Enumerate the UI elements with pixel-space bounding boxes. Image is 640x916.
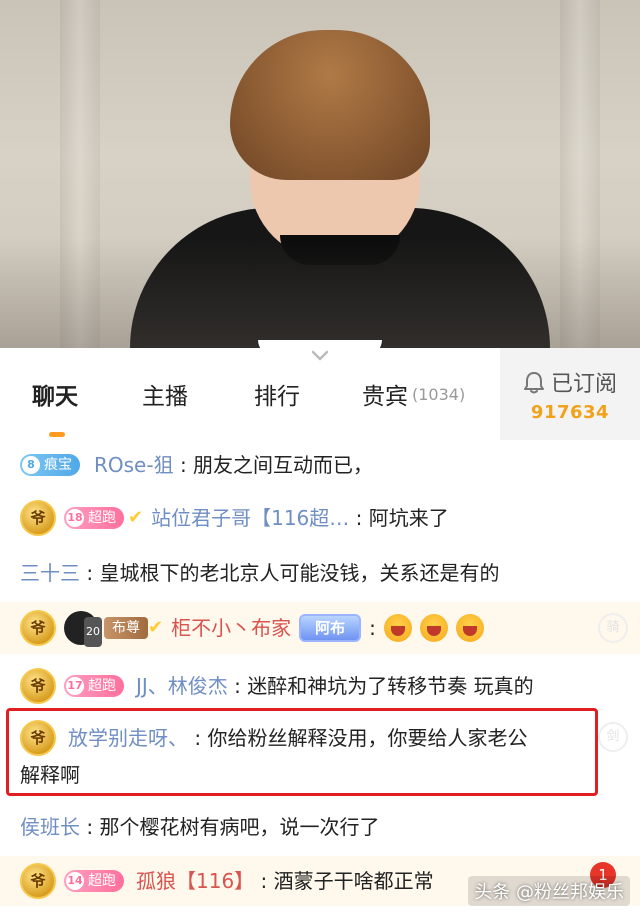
- message-text: 迷醉和神坑为了转移节奏 玩真的: [247, 674, 534, 698]
- chat-message: 三十三 : 皇城根下的老北京人可能没钱，关系还是有的: [0, 556, 640, 590]
- watermark: 头条 @粉丝邦娱乐: [468, 876, 630, 906]
- chat-message: 爷 18 超跑 ✔ 站位君子哥【116超… : 阿坑来了: [0, 498, 640, 538]
- username[interactable]: ROse-狙: [94, 450, 174, 480]
- noble-badge: 爷: [20, 610, 56, 646]
- fan-level-badge: 8 痕宝: [20, 454, 80, 476]
- username[interactable]: 站位君子哥【116超…: [151, 503, 349, 533]
- emoji-icon: [419, 614, 448, 642]
- username[interactable]: 孤狼【116】: [136, 866, 254, 896]
- highlight-annotation: [6, 708, 598, 796]
- sword-icon: 剑: [598, 722, 628, 752]
- active-tab-indicator: [49, 432, 65, 437]
- noble-badge: 爷: [20, 668, 56, 704]
- chat-message: 8 痕宝 ROse-狙 : 朋友之间互动而已，: [0, 450, 640, 480]
- chat-message: 爷 17 超跑 JJ、林俊杰 : 迷醉和神坑为了转移节奏 玩真的: [0, 666, 640, 706]
- message-text: 阿坑来了: [368, 506, 449, 530]
- chat-message: 爷 20 布尊 ✔ 柜不小丶布家 阿布 : 骑: [0, 602, 640, 654]
- noble-badge: 爷: [20, 500, 56, 536]
- mount-icon: 骑: [598, 613, 628, 643]
- tab-host[interactable]: 主播: [142, 348, 188, 440]
- message-text: 皇城根下的老北京人可能没钱，关系还是有的: [99, 561, 500, 585]
- bell-icon: [523, 371, 544, 393]
- fan-club-badge: 布尊: [104, 617, 148, 639]
- vip-count: (1034): [412, 384, 466, 404]
- fan-level-badge: 17 超跑: [64, 675, 124, 697]
- message-text: 朋友之间互动而已，: [193, 453, 374, 477]
- username[interactable]: 柜不小丶布家: [171, 613, 291, 643]
- subscriber-count: 917634: [530, 401, 610, 423]
- fan-level-badge: 14 超跑: [64, 870, 124, 892]
- subscribe-label: 已订阅: [550, 371, 617, 397]
- username[interactable]: 三十三: [20, 558, 80, 588]
- tab-vip[interactable]: 贵宾 (1034): [362, 348, 465, 440]
- fan-title-badge: 阿布: [299, 614, 362, 642]
- chat-message: 侯班长 : 那个樱花树有病吧，说一次行了: [0, 810, 640, 844]
- rank-chevron-icon: ✔: [128, 507, 144, 528]
- chat-list[interactable]: 8 痕宝 ROse-狙 : 朋友之间互动而已， 爷 18 超跑 ✔ 站位君子哥【…: [0, 440, 640, 916]
- emoji-icon: [455, 614, 484, 642]
- message-text: 那个樱花树有病吧，说一次行了: [99, 815, 380, 839]
- subscribe-button[interactable]: 已订阅 917634: [500, 348, 640, 440]
- noble-badge: 爷: [20, 863, 56, 899]
- message-text: 酒蒙子干啥都正常: [273, 869, 434, 893]
- tab-chat[interactable]: 聊天: [32, 348, 78, 440]
- emoji-icon: [383, 614, 412, 642]
- rank-chevron-icon: ✔: [148, 617, 164, 638]
- username[interactable]: 侯班长: [20, 812, 80, 842]
- avatar: 20: [64, 611, 102, 647]
- fan-level-badge: 18 超跑: [64, 507, 124, 529]
- live-video[interactable]: [0, 0, 640, 348]
- chevron-down-icon: [311, 350, 329, 361]
- username[interactable]: JJ、林俊杰: [136, 671, 228, 701]
